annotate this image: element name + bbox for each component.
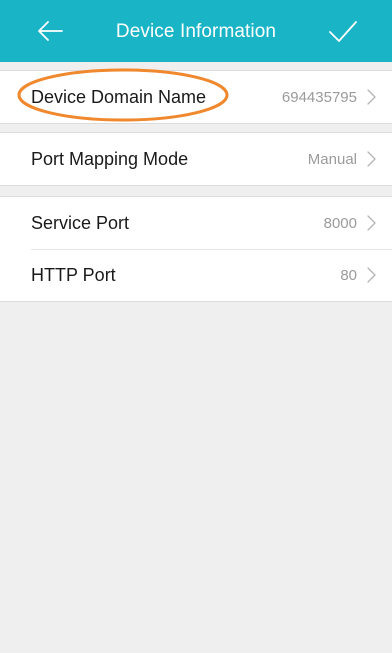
http-port-row[interactable]: HTTP Port 80: [0, 249, 392, 301]
row-label: Service Port: [31, 213, 130, 233]
navigation-bar: Device Information: [0, 0, 392, 62]
row-value: 8000: [323, 215, 357, 232]
chevron-right-icon: [367, 151, 376, 167]
row-label: HTTP Port: [31, 265, 116, 285]
row-label: Port Mapping Mode: [31, 149, 189, 169]
row-value: Manual: [307, 151, 357, 168]
settings-group-mapping: Port Mapping Mode Manual: [0, 132, 392, 186]
service-port-row[interactable]: Service Port 8000: [0, 197, 392, 249]
device-domain-name-row[interactable]: Device Domain Name 694435795: [0, 71, 392, 123]
row-label: Device Domain Name: [31, 87, 207, 107]
device-information-screen: Device Information Device Domain Name 69…: [0, 0, 392, 653]
row-value: 80: [340, 267, 357, 284]
port-mapping-mode-row[interactable]: Port Mapping Mode Manual: [0, 133, 392, 185]
chevron-right-icon: [367, 267, 376, 283]
chevron-right-icon: [367, 215, 376, 231]
checkmark-icon[interactable]: [328, 17, 358, 45]
settings-group-ports: Service Port 8000 HTTP Port 80: [0, 196, 392, 302]
chevron-right-icon: [367, 89, 376, 105]
row-value: 694435795: [281, 89, 357, 106]
settings-group-domain: Device Domain Name 694435795: [0, 70, 392, 124]
